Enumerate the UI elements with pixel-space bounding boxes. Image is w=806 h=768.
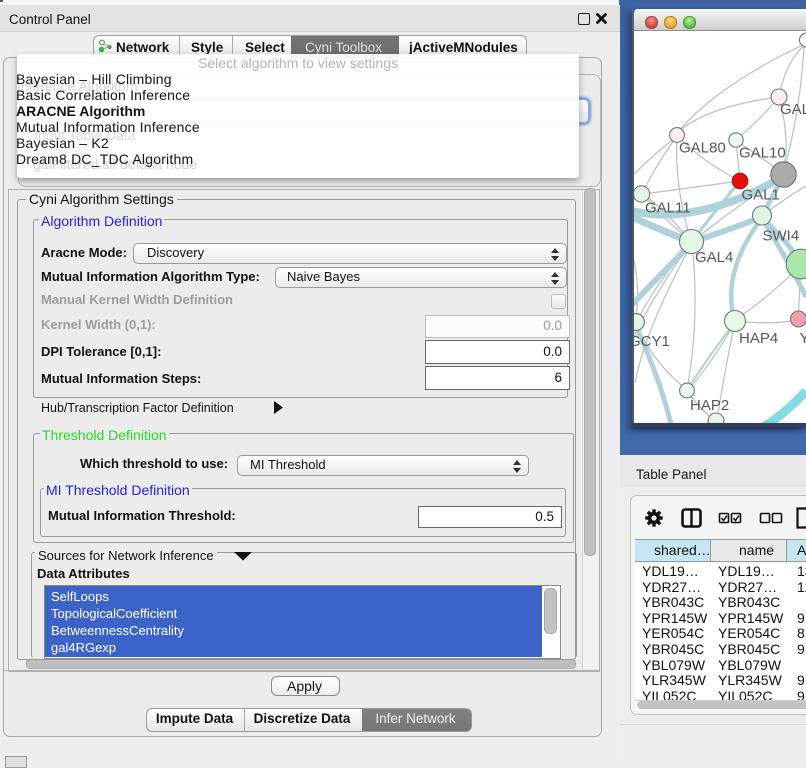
svg-text:GAL4: GAL4 <box>695 249 733 266</box>
svg-text:HAP2: HAP2 <box>690 397 729 414</box>
svg-text:HAP4: HAP4 <box>739 330 778 347</box>
svg-text:GAL80: GAL80 <box>679 140 726 157</box>
svg-text:GAL1: GAL1 <box>742 187 780 204</box>
svg-text:GAL7: GAL7 <box>780 101 806 118</box>
svg-text:GCY1: GCY1 <box>634 333 670 350</box>
svg-text:SWI4: SWI4 <box>763 228 800 245</box>
svg-text:GAL11: GAL11 <box>645 200 691 217</box>
svg-text:Y: Y <box>800 330 806 347</box>
svg-text:GAL10: GAL10 <box>739 145 786 162</box>
